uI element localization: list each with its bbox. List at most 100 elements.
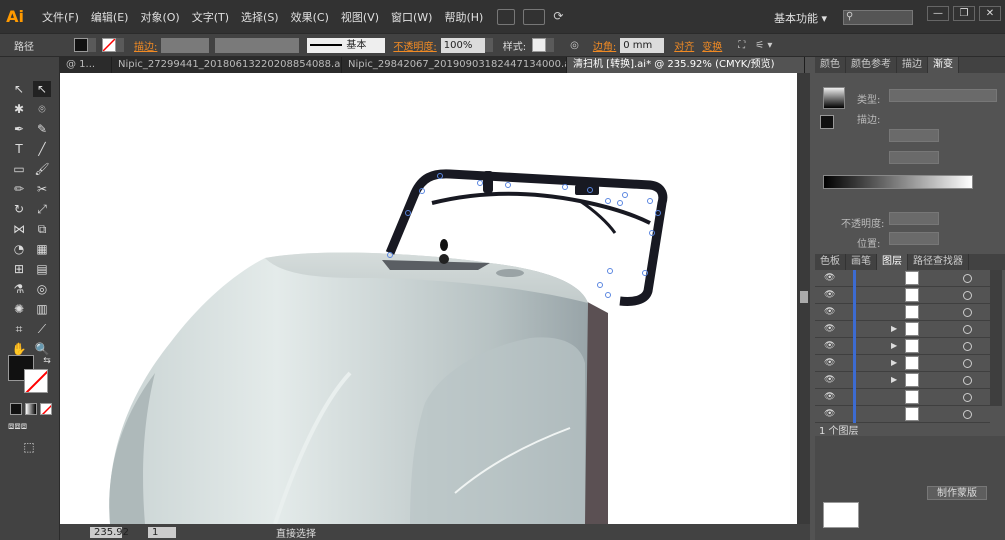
shape-builder-icon[interactable]: ◔ — [10, 241, 28, 257]
tab-gradient[interactable]: 渐变 — [928, 57, 959, 73]
align-link[interactable]: 对齐 — [674, 38, 694, 53]
target-circle-icon[interactable] — [963, 291, 972, 300]
layer-row[interactable]: 👁 ▶ — [815, 355, 990, 372]
gradient-position-field[interactable] — [889, 232, 939, 245]
layer-row[interactable]: 👁 ▶ — [815, 321, 990, 338]
stroke-color-box[interactable] — [24, 369, 48, 393]
variable-width-profile[interactable] — [215, 37, 300, 53]
arrange-icon[interactable]: ⚟ ▾ — [755, 40, 772, 51]
target-circle-icon[interactable] — [963, 325, 972, 334]
angle-field[interactable] — [889, 151, 939, 164]
menu-window[interactable]: 窗口(W) — [385, 9, 438, 25]
artboard-number-field[interactable]: 1 — [148, 526, 176, 538]
recolor-icon[interactable]: ◎ — [570, 40, 579, 51]
expand-arrow-icon[interactable]: ▶ — [891, 324, 897, 333]
visibility-eye-icon[interactable]: 👁 — [824, 409, 835, 419]
make-mask-button[interactable]: 制作蒙版 — [927, 486, 987, 500]
paintbrush-icon[interactable]: 🖌 — [33, 161, 51, 177]
swap-fill-stroke-icon[interactable]: ⇆ — [38, 353, 56, 369]
stroke-weight-field[interactable] — [161, 37, 210, 53]
menu-object[interactable]: 对象(O) — [134, 9, 185, 25]
layer-row[interactable]: 👁 ▶ — [815, 338, 990, 355]
target-circle-icon[interactable] — [963, 376, 972, 385]
close-button[interactable]: ✕ — [979, 6, 1001, 21]
bridge-icon[interactable] — [497, 8, 516, 25]
menu-edit[interactable]: 编辑(E) — [85, 9, 135, 25]
menu-help[interactable]: 帮助(H) — [438, 9, 489, 25]
brush-definition[interactable]: 基本 — [307, 37, 386, 53]
color-mode-button[interactable] — [10, 403, 22, 415]
rectangle-tool-icon[interactable]: ▭ — [10, 161, 28, 177]
lasso-icon[interactable]: ⌾ — [33, 101, 51, 117]
target-circle-icon[interactable] — [963, 342, 972, 351]
layer-row[interactable]: 👁 — [815, 304, 990, 321]
rotate-icon[interactable]: ↻ — [10, 201, 28, 217]
opacity-field[interactable]: 100% — [440, 37, 485, 53]
gradient-type-dropdown[interactable] — [889, 89, 997, 102]
target-circle-icon[interactable] — [963, 393, 972, 402]
mesh-tool-icon[interactable]: ⊞ — [10, 261, 28, 277]
pencil-icon[interactable]: ✏ — [10, 181, 28, 197]
layer-row[interactable]: 👁 — [815, 389, 990, 406]
tab-pathfinder[interactable]: 路径查找器 — [908, 254, 969, 270]
isolate-icon[interactable]: ⛶ — [738, 40, 745, 51]
opacity-dropdown[interactable] — [484, 38, 493, 52]
zoom-field[interactable]: 235.92 — [90, 526, 129, 538]
artboard-tool-icon[interactable]: ⌗ — [10, 321, 28, 337]
tab-doc-1[interactable]: @ 1... — [60, 57, 112, 73]
visibility-eye-icon[interactable]: 👁 — [824, 290, 835, 300]
column-graph-icon[interactable]: ▥ — [33, 301, 51, 317]
menu-effect[interactable]: 效果(C) — [285, 9, 335, 25]
gradient-tool-icon[interactable]: ▤ — [33, 261, 51, 277]
free-transform-icon[interactable]: ⧉ — [33, 221, 51, 237]
artboard-canvas[interactable] — [60, 73, 797, 524]
corner-field[interactable]: 0 mm — [620, 37, 665, 53]
transform-link[interactable]: 变换 — [702, 38, 722, 53]
workspace-switcher[interactable]: 基本功能 ▾ — [774, 10, 827, 26]
visibility-eye-icon[interactable]: 👁 — [824, 324, 835, 334]
tab-color[interactable]: 颜色 — [815, 57, 846, 73]
target-circle-icon[interactable] — [963, 308, 972, 317]
tab-swatches[interactable]: 色板 — [815, 254, 846, 270]
expand-arrow-icon[interactable]: ▶ — [891, 358, 897, 367]
screen-mode-icon[interactable]: ⬚ — [20, 439, 38, 455]
aspect-ratio-field[interactable] — [889, 129, 939, 142]
menu-type[interactable]: 文字(T) — [186, 9, 235, 25]
gradient-opacity-field[interactable] — [889, 212, 939, 225]
blend-tool-icon[interactable]: ◎ — [33, 281, 51, 297]
visibility-eye-icon[interactable]: 👁 — [824, 307, 835, 317]
tab-color-guide[interactable]: 颜色参考 — [846, 57, 897, 73]
gradient-mode-button[interactable] — [25, 403, 37, 415]
visibility-eye-icon[interactable]: 👁 — [824, 358, 835, 368]
type-tool-icon[interactable]: T — [10, 141, 28, 157]
layer-row[interactable]: 👁 ▶ — [815, 372, 990, 389]
minimize-button[interactable]: — — [927, 6, 949, 21]
menu-file[interactable]: 文件(F) — [36, 9, 85, 25]
layer-row[interactable]: 👁 — [815, 406, 990, 423]
scale-icon[interactable]: ⤢ — [33, 201, 51, 217]
direct-selection-tool-icon[interactable]: ↖ — [33, 81, 51, 97]
fill-stroke-swatch[interactable] — [820, 115, 834, 129]
expand-arrow-icon[interactable]: ▶ — [891, 341, 897, 350]
canvas-vertical-scrollbar[interactable] — [797, 73, 810, 524]
curvature-tool-icon[interactable]: ✎ — [33, 121, 51, 137]
graphic-style-dropdown[interactable] — [546, 38, 555, 52]
mask-thumbnail[interactable] — [823, 502, 859, 528]
layer-row[interactable]: 👁 — [815, 287, 990, 304]
tab-doc-active[interactable]: 清扫机 [转换].ai* @ 235.92% (CMYK/预览) — [567, 57, 805, 73]
arrange-documents-icon[interactable] — [523, 8, 546, 25]
gpu-icon[interactable]: ⟳ — [553, 9, 571, 25]
graphic-style-swatch[interactable] — [532, 38, 547, 52]
perspective-grid-icon[interactable]: ▦ — [33, 241, 51, 257]
visibility-eye-icon[interactable]: 👁 — [824, 273, 835, 283]
menu-select[interactable]: 选择(S) — [235, 9, 285, 25]
slice-tool-icon[interactable]: ⟋ — [33, 321, 51, 337]
layer-row[interactable]: 👁 — [815, 270, 990, 287]
stroke-dropdown[interactable] — [116, 38, 124, 52]
target-circle-icon[interactable] — [963, 274, 972, 283]
visibility-eye-icon[interactable]: 👁 — [824, 375, 835, 385]
tab-layers[interactable]: 图层 — [877, 254, 908, 270]
menu-view[interactable]: 视图(V) — [335, 9, 385, 25]
layers-scrollbar[interactable] — [990, 270, 1002, 406]
gradient-preview[interactable] — [823, 87, 845, 109]
